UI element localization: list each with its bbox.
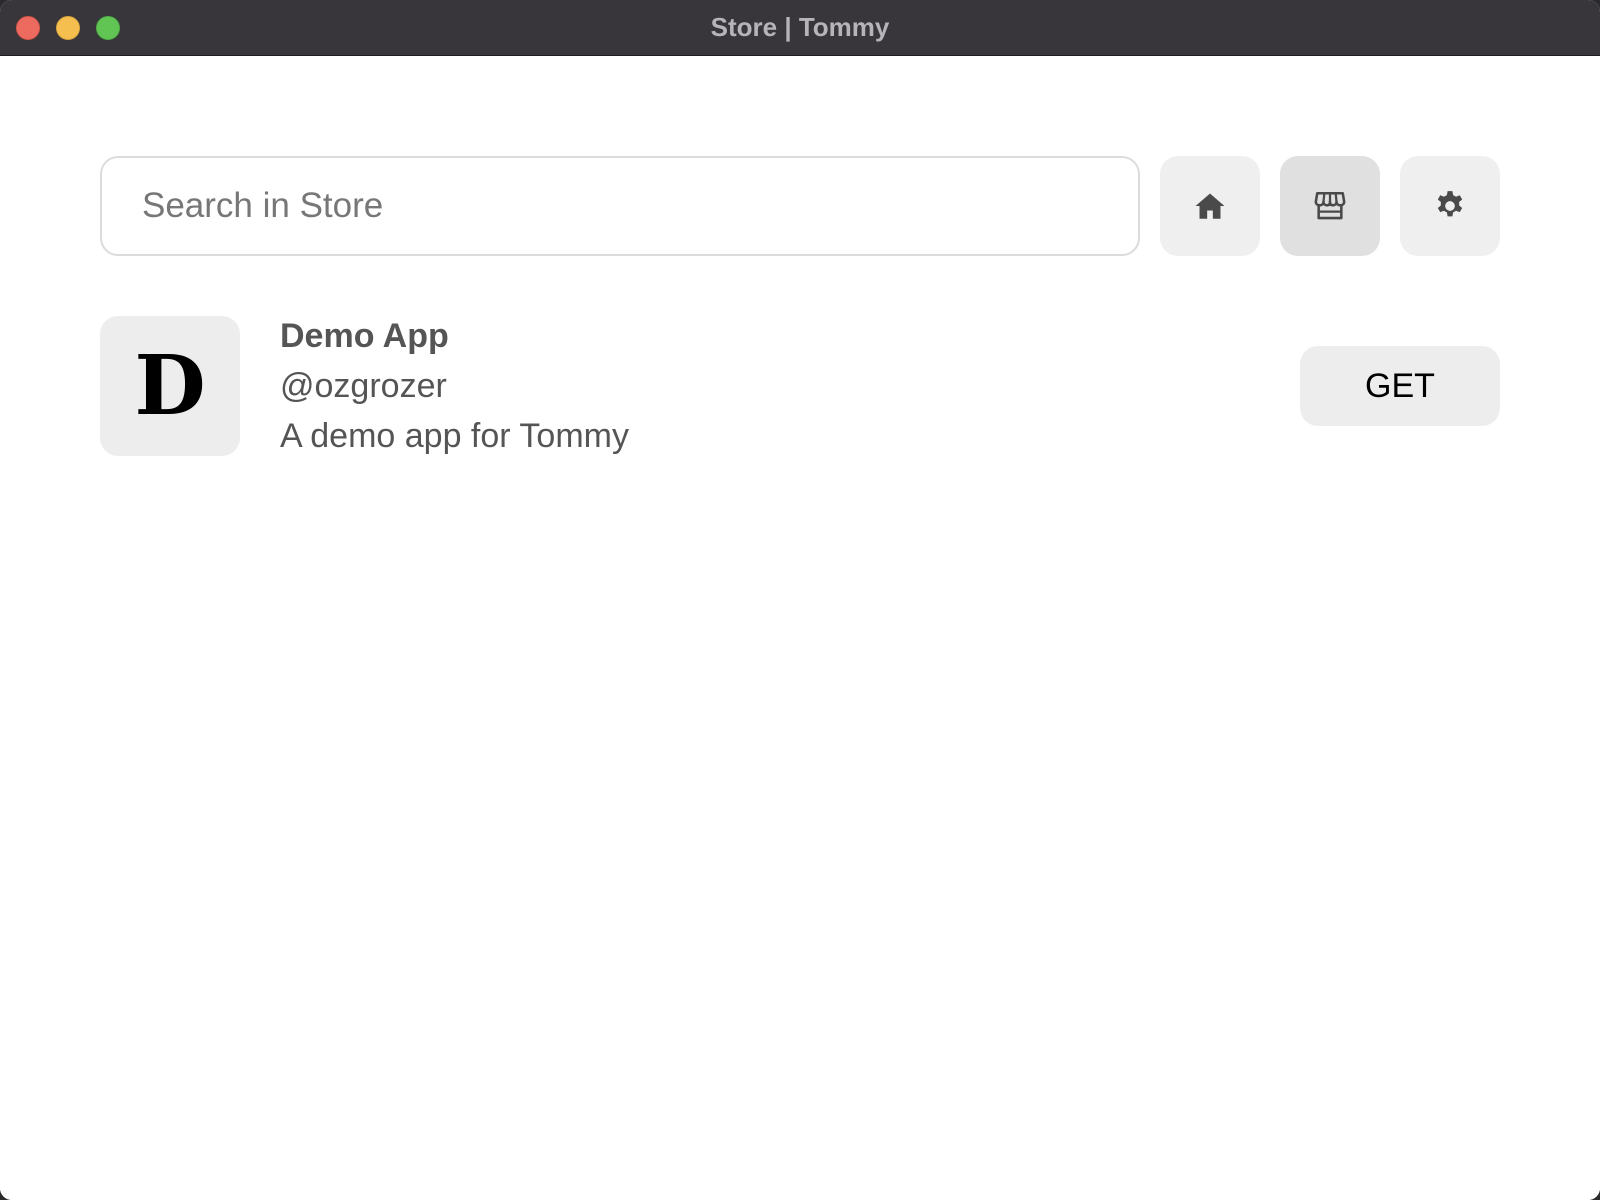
home-icon [1195, 193, 1225, 219]
app-name: Demo App [280, 317, 449, 355]
settings-button[interactable] [1400, 156, 1500, 256]
store-content: D Demo App @ozgrozer A demo app for Tomm… [0, 56, 1600, 1200]
app-window: Store | Tommy D Demo App @ozgrozer [0, 0, 1600, 1200]
app-author: @ozgrozer [280, 367, 447, 405]
home-button[interactable] [1160, 156, 1260, 256]
store-button[interactable] [1280, 156, 1380, 256]
app-description: A demo app for Tommy [280, 417, 629, 455]
gear-icon [1437, 191, 1463, 217]
window-title: Store | Tommy [710, 12, 890, 42]
title-bar: Store | Tommy [0, 0, 1600, 56]
get-button[interactable]: GET [1300, 346, 1500, 426]
search-input[interactable] [100, 156, 1140, 256]
app-list-item[interactable]: D Demo App @ozgrozer A demo app for Tomm… [100, 316, 1500, 456]
store-icon [1314, 191, 1346, 220]
app-icon: D [100, 316, 240, 456]
